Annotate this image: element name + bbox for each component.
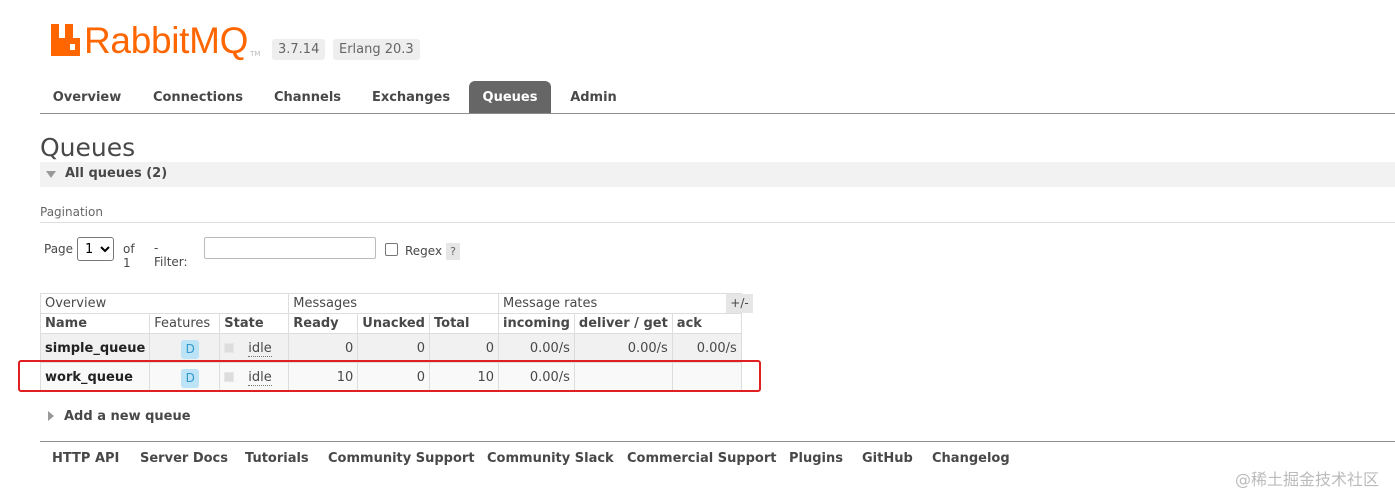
column-header-state[interactable]: State [219,313,290,334]
footer-link-changelog[interactable]: Changelog [932,451,1010,466]
queue-name-link[interactable]: simple_queue [39,333,151,363]
column-header-ready[interactable]: Ready [288,313,359,334]
regex-checkbox[interactable] [385,243,398,256]
footer-link-server-docs[interactable]: Server Docs [140,451,228,466]
ack-rate: 0.00/s [671,333,742,363]
column-header-deliver-get[interactable]: deliver / get [573,313,673,334]
regex-label: Regex [405,244,443,258]
tab-overview[interactable]: Overview [40,81,134,113]
logo-text: RabbitMQ [84,20,249,61]
main-nav-tabs: Overview Connections Channels Exchanges … [40,81,1395,114]
footer-link-github[interactable]: GitHub [862,451,913,466]
watermark-text: @稀土掘金技术社区 [1234,470,1379,489]
all-queues-label: All queues (2) [65,166,168,181]
rabbitmq-logo[interactable]: RabbitMQ TM [51,22,260,62]
group-header-messages: Messages [288,293,499,314]
deliver-get-rate: 0.00/s [573,333,673,363]
tab-channels[interactable]: Channels [263,81,352,113]
rabbit-logo-icon [51,24,80,56]
version-badge: 3.7.14 [272,39,326,60]
column-header-incoming[interactable]: incoming [498,313,575,334]
page-label: Page [44,242,74,256]
footer-link-community-support[interactable]: Community Support [328,451,475,466]
ready-count: 0 [288,333,359,363]
unacked-count: 0 [357,333,430,363]
table-row: simple_queue D idle 0 0 0 0.00/s 0.00/s … [39,333,742,363]
tab-queues[interactable]: Queues [469,81,551,113]
page-select[interactable]: 1 [77,237,114,261]
footer-link-http-api[interactable]: HTTP API [52,451,119,466]
filter-input[interactable] [204,237,376,259]
add-new-queue-toggle[interactable]: Add a new queue [48,409,191,424]
footer-link-tutorials[interactable]: Tutorials [245,451,309,466]
all-queues-section-toggle[interactable]: All queues (2) [40,162,1395,187]
tab-connections[interactable]: Connections [143,81,253,113]
incoming-rate: 0.00/s [498,333,575,363]
row-highlight-annotation [18,360,761,392]
footer-link-commercial-support[interactable]: Commercial Support [627,451,777,466]
add-new-queue-label: Add a new queue [64,409,191,424]
durable-feature-badge: D [181,340,200,359]
queue-state: idle [248,340,272,357]
state-indicator-icon [224,343,235,353]
total-count: 0 [429,333,499,363]
column-header-ack[interactable]: ack [671,313,742,334]
page-of-label: of 1 [123,242,135,270]
column-header-total[interactable]: Total [429,313,499,334]
tab-admin[interactable]: Admin [560,81,627,113]
footer-link-community-slack[interactable]: Community Slack [487,451,614,466]
page-title: Queues [40,133,136,162]
filter-label: - Filter: [154,241,188,269]
toggle-columns-button[interactable]: +/- [726,294,753,313]
column-header-unacked[interactable]: Unacked [357,313,430,334]
column-header-name[interactable]: Name [39,313,151,334]
footer-link-plugins[interactable]: Plugins [789,451,843,466]
column-header-features: Features [149,313,221,334]
erlang-version-badge: Erlang 20.3 [333,39,420,60]
group-header-message-rates: Message rates [498,293,742,314]
pagination-divider [40,222,1395,223]
pagination-heading: Pagination [40,205,103,219]
regex-help-button[interactable]: ? [446,243,460,260]
footer-divider [40,441,1395,442]
expand-triangle-icon [48,411,54,421]
group-header-overview: Overview [39,293,290,314]
collapse-triangle-icon [46,171,56,178]
tab-exchanges[interactable]: Exchanges [362,81,460,113]
logo-trademark: TM [250,50,261,58]
